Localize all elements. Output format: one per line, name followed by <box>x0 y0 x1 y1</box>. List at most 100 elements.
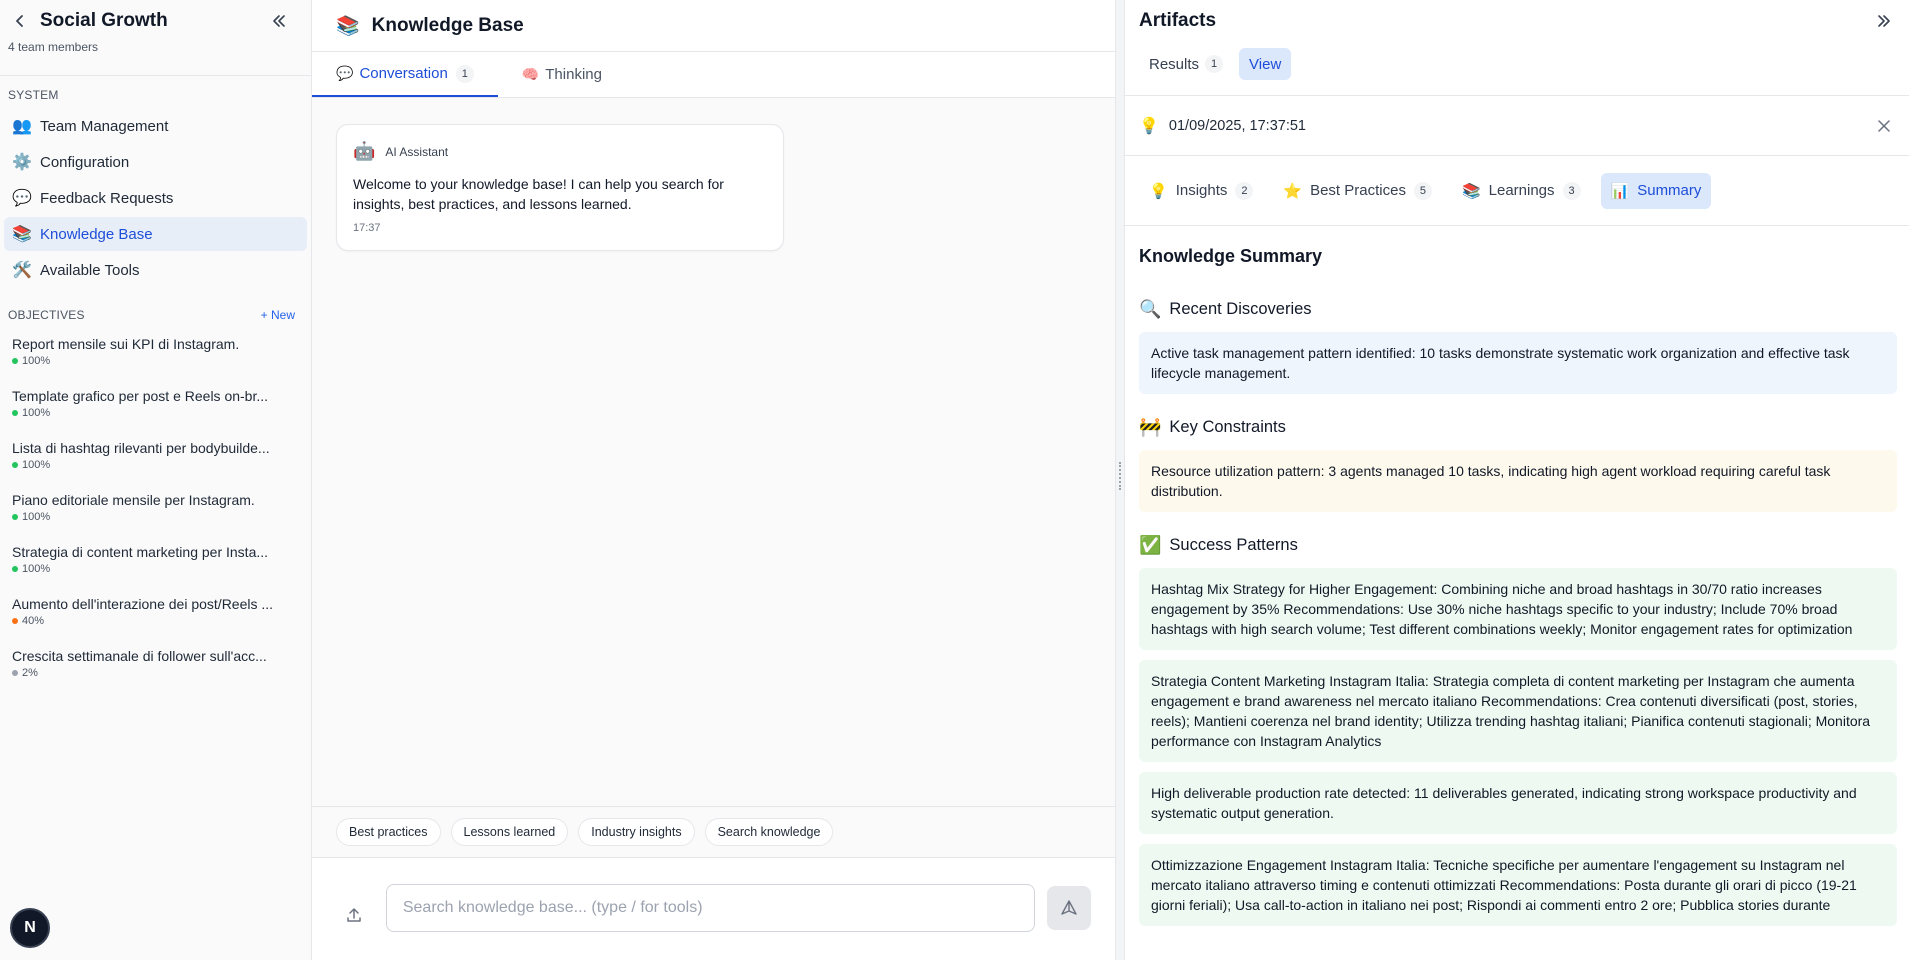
success-pattern-card: Ottimizzazione Engagement Instagram Ital… <box>1139 844 1897 926</box>
robot-icon: 🤖 <box>353 141 376 161</box>
magnifier-icon: 🔍 <box>1139 298 1162 319</box>
main-header: 📚 Knowledge Base <box>312 0 1115 52</box>
send-button[interactable] <box>1047 886 1091 930</box>
upload-icon[interactable] <box>336 897 372 933</box>
objective-title: Template grafico per post e Reels on-br.… <box>12 388 269 404</box>
progress-value: 100% <box>22 459 51 471</box>
check-mark-icon: ✅ <box>1139 534 1162 555</box>
tab-best-practices[interactable]: ⭐ Best Practices 5 <box>1273 173 1442 209</box>
discovery-card: Active task management pattern identifie… <box>1139 332 1897 394</box>
count-badge: 1 <box>1205 55 1224 73</box>
lightbulb-icon: 💡 <box>1149 182 1168 200</box>
artifacts-tabs: Results 1 View <box>1139 48 1895 80</box>
grip-icon <box>1119 462 1121 490</box>
tab-label: Best Practices <box>1310 182 1406 199</box>
status-dot <box>12 670 18 676</box>
collapse-sidebar-icon[interactable] <box>267 10 291 32</box>
team-members-count: 4 team members <box>8 40 99 54</box>
workspace-title: Social Growth <box>40 10 168 31</box>
bar-chart-icon: 📊 <box>1610 182 1630 200</box>
tab-label: Insights <box>1175 182 1228 199</box>
objective-item[interactable]: Report mensile sui KPI di Instagram. 100… <box>12 329 299 381</box>
expand-panel-icon[interactable] <box>1873 10 1895 32</box>
objective-progress: 2% <box>12 667 299 679</box>
tab-label: Thinking <box>545 66 602 83</box>
tab-insights[interactable]: 💡 Insights 2 <box>1139 173 1263 209</box>
chip-best-practices[interactable]: Best practices <box>336 818 441 846</box>
count-badge: 5 <box>1413 181 1432 200</box>
artifacts-header: Artifacts Results 1 View <box>1125 0 1909 96</box>
objectives-header: OBJECTIVES + New <box>0 305 311 325</box>
objective-progress: 100% <box>12 511 299 523</box>
tab-conversation[interactable]: 💬 Conversation 1 <box>312 52 498 97</box>
status-dot <box>12 358 18 364</box>
chip-industry-insights[interactable]: Industry insights <box>578 818 695 846</box>
tab-summary[interactable]: 📊 Summary <box>1600 172 1712 209</box>
status-dot <box>12 566 18 572</box>
knowledge-summary: Knowledge Summary 🔍 Recent Discoveries A… <box>1125 226 1909 926</box>
progress-value: 100% <box>22 407 51 419</box>
objective-progress: 100% <box>12 355 299 367</box>
nav-item-feedback-requests[interactable]: 💬 Feedback Requests <box>4 181 307 215</box>
send-icon <box>1061 900 1077 915</box>
objective-item[interactable]: Lista di hashtag rilevanti per bodybuild… <box>12 433 299 485</box>
status-dot <box>12 462 18 468</box>
lightbulb-icon: 💡 <box>1139 117 1159 135</box>
new-objective-button[interactable]: + New <box>261 308 295 322</box>
assistant-message: 🤖 AI Assistant Welcome to your knowledge… <box>336 124 784 251</box>
panel-resize-handle[interactable] <box>1115 0 1125 960</box>
speech-bubble-icon: 💬 <box>12 190 32 207</box>
success-pattern-card: Strategia Content Marketing Instagram It… <box>1139 660 1897 762</box>
objective-item[interactable]: Crescita settimanale di follower sull'ac… <box>12 641 299 693</box>
sidebar-header: Social Growth 4 team members <box>0 0 311 76</box>
section-success-patterns: ✅ Success Patterns <box>1139 534 1897 556</box>
objective-item[interactable]: Strategia di content marketing per Insta… <box>12 537 299 589</box>
tab-learnings[interactable]: 📚 Learnings 3 <box>1452 173 1591 209</box>
nav-label: Team Management <box>40 117 169 135</box>
artifacts-panel: Artifacts Results 1 View 💡 01/09/2025, 1… <box>1125 0 1909 960</box>
tab-label: Summary <box>1637 182 1702 199</box>
star-icon: ⭐ <box>1283 182 1303 200</box>
main-panel: 📚 Knowledge Base 💬 Conversation 1 🧠 Thin… <box>312 0 1115 960</box>
nav-item-knowledge-base[interactable]: 📚 Knowledge Base <box>4 217 307 251</box>
brain-icon: 🧠 <box>521 66 540 82</box>
objective-item[interactable]: Piano editoriale mensile per Instagram. … <box>12 485 299 537</box>
close-icon[interactable] <box>1873 115 1895 137</box>
nav-label: Configuration <box>40 153 130 171</box>
user-avatar[interactable]: N <box>10 908 50 948</box>
knowledge-tabs: 💡 Insights 2 ⭐ Best Practices 5 📚 Learni… <box>1125 156 1909 226</box>
nav-item-available-tools[interactable]: 🛠️ Available Tools <box>4 253 307 287</box>
tab-results[interactable]: Results 1 <box>1139 48 1233 80</box>
nav-item-configuration[interactable]: ⚙️ Configuration <box>4 145 307 179</box>
objective-progress: 100% <box>12 407 299 419</box>
back-arrow-icon[interactable] <box>8 10 32 32</box>
status-dot <box>12 618 18 624</box>
tab-thinking[interactable]: 🧠 Thinking <box>498 52 626 97</box>
count-badge: 3 <box>1562 181 1581 200</box>
chip-lessons-learned[interactable]: Lessons learned <box>450 818 569 846</box>
construction-icon: 🚧 <box>1139 416 1162 437</box>
objective-progress: 100% <box>12 459 299 471</box>
main-tabs: 💬 Conversation 1 🧠 Thinking <box>312 52 1115 98</box>
count-badge: 2 <box>1235 181 1254 200</box>
objective-item[interactable]: Aumento dell'interazione dei post/Reels … <box>12 589 299 641</box>
gear-icon: ⚙️ <box>12 154 32 171</box>
objective-item[interactable]: Template grafico per post e Reels on-br.… <box>12 381 299 433</box>
tab-view[interactable]: View <box>1239 48 1292 80</box>
tab-label: View <box>1249 55 1282 73</box>
tools-icon: 🛠️ <box>12 262 32 279</box>
system-section-label: SYSTEM <box>8 88 59 102</box>
message-text: Welcome to your knowledge base! I can he… <box>353 176 724 212</box>
tab-label: Conversation <box>359 65 448 82</box>
nav-item-team-management[interactable]: 👥 Team Management <box>4 109 307 143</box>
artifact-timestamp: 01/09/2025, 17:37:51 <box>1168 117 1306 134</box>
summary-title: Knowledge Summary <box>1139 246 1323 266</box>
objective-title: Strategia di content marketing per Insta… <box>12 544 269 560</box>
composer <box>312 858 1115 958</box>
section-recent-discoveries: 🔍 Recent Discoveries <box>1139 298 1897 320</box>
section-title: Key Constraints <box>1169 417 1286 436</box>
chip-search-knowledge[interactable]: Search knowledge <box>704 818 834 846</box>
objective-title: Aumento dell'interazione dei post/Reels … <box>12 596 274 612</box>
objectives-section-label: OBJECTIVES <box>8 308 85 322</box>
search-input[interactable] <box>385 884 1036 932</box>
